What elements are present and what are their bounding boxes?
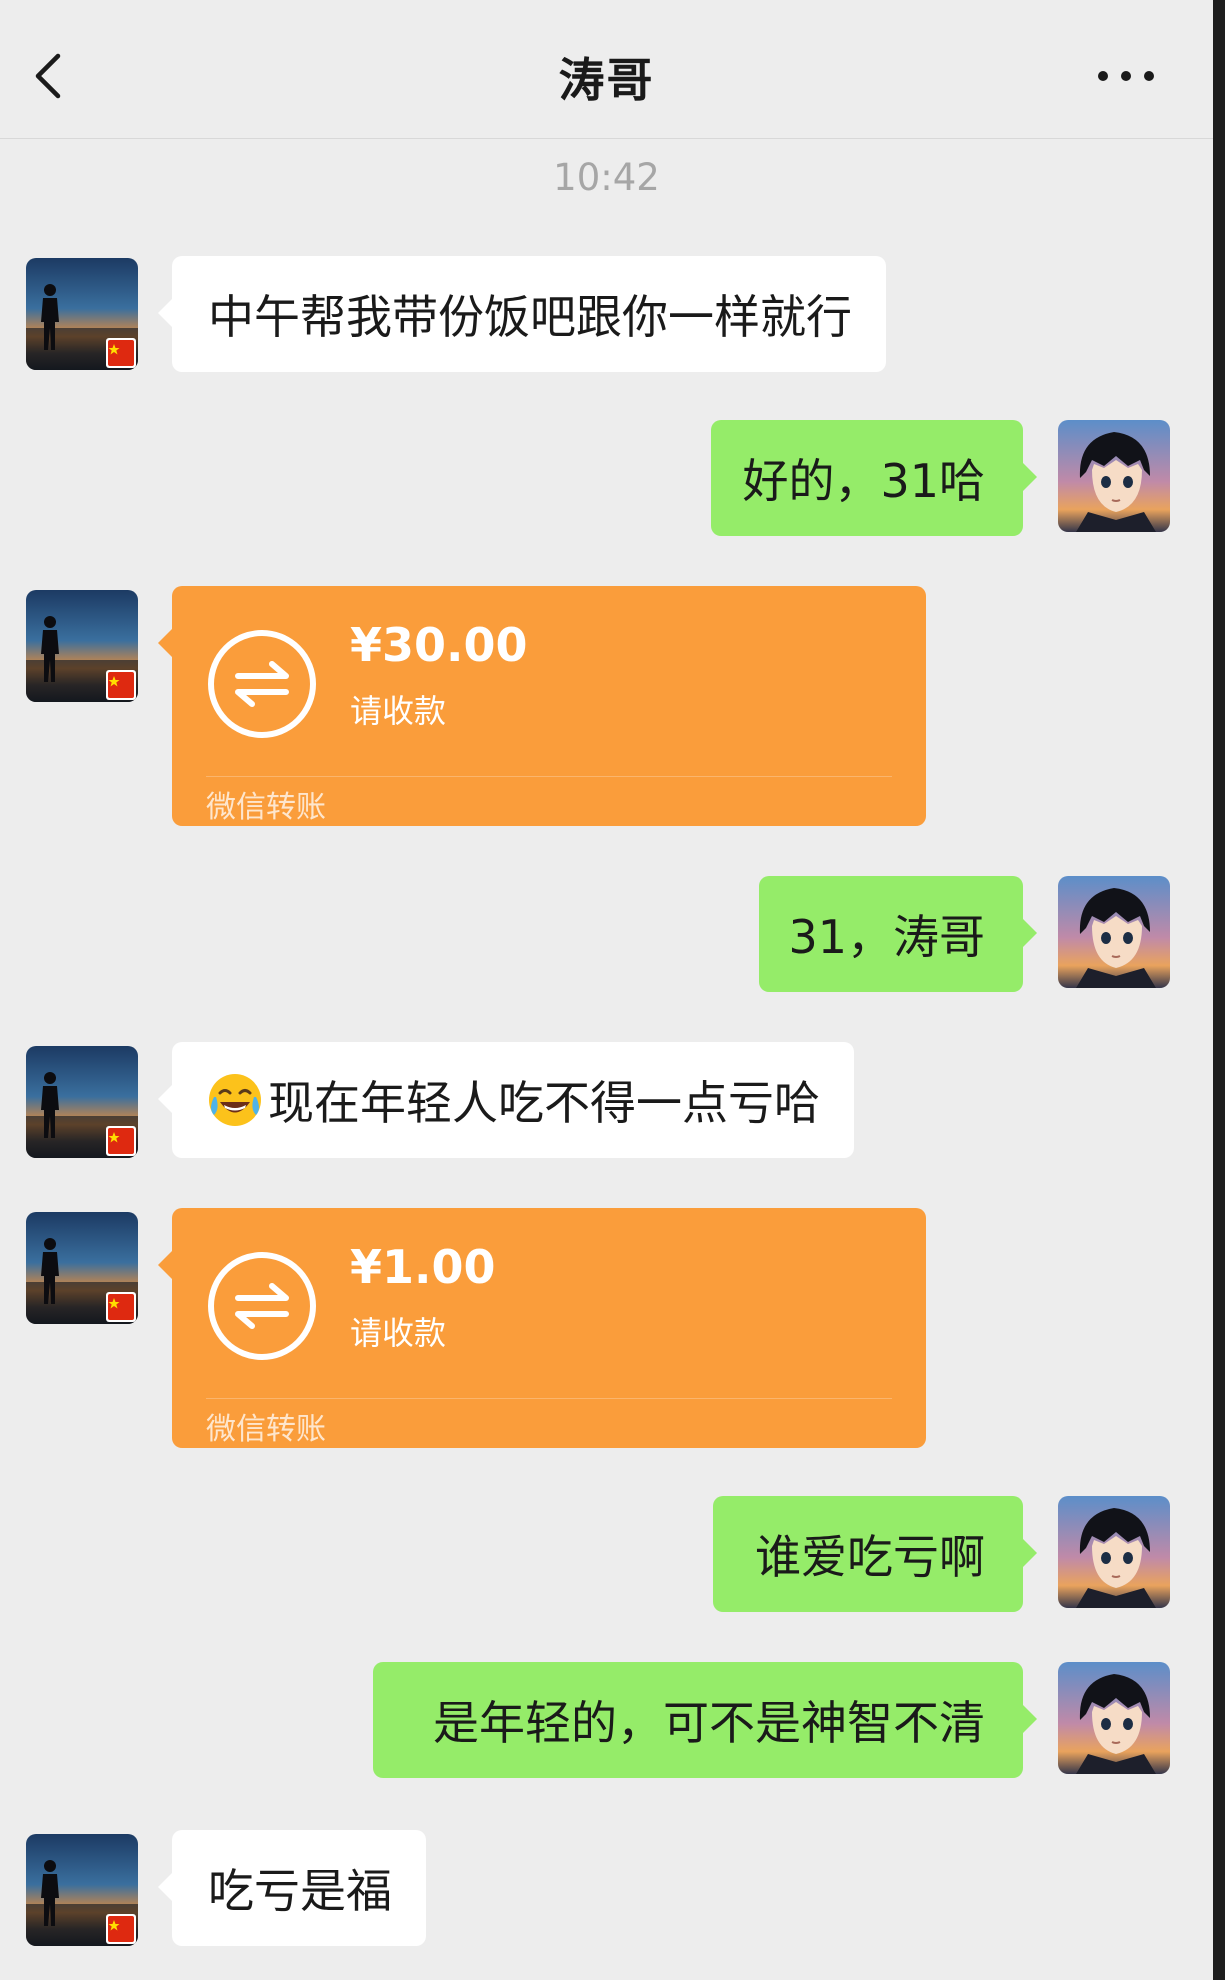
chat-screen: 涛哥 10:42 中午帮我带份饭吧跟你一样就行 好的，31哈 ¥30.00 请收… <box>0 0 1225 1980</box>
transfer-amount: ¥1.00 <box>350 1240 496 1294</box>
contact-avatar[interactable] <box>26 258 138 370</box>
transfer-footer: 微信转账 <box>206 790 326 825</box>
outgoing-message-bubble[interactable]: 好的，31哈 <box>711 420 1037 536</box>
contact-avatar[interactable] <box>26 590 138 702</box>
transfer-card[interactable]: ¥30.00 请收款 微信转账 <box>158 586 926 826</box>
message-text: 谁爱吃亏啊 <box>755 1530 985 1584</box>
transfer-footer: 微信转账 <box>206 1412 326 1447</box>
screen-edge <box>1213 0 1225 1980</box>
message-text: 31，涛哥 <box>788 910 985 964</box>
transfer-card[interactable]: ¥1.00 请收款 微信转账 <box>158 1208 926 1448</box>
outgoing-message-bubble[interactable]: 是年轻的，可不是神智不清 <box>373 1662 1037 1778</box>
more-button[interactable] <box>1091 56 1161 96</box>
transfer-icon <box>208 630 316 738</box>
message-text: 吃亏是福 <box>208 1864 392 1918</box>
chat-title: 涛哥 <box>558 53 655 107</box>
contact-avatar[interactable] <box>26 1212 138 1324</box>
outgoing-message-bubble[interactable]: 31，涛哥 <box>759 876 1037 992</box>
my-avatar[interactable] <box>1058 420 1170 532</box>
message-text: 好的，31哈 <box>742 454 985 508</box>
my-avatar[interactable] <box>1058 1662 1170 1774</box>
incoming-message-bubble[interactable]: 吃亏是福 <box>158 1830 426 1946</box>
transfer-status: 请收款 <box>350 692 447 730</box>
my-avatar[interactable] <box>1058 876 1170 988</box>
message-text: 是年轻的，可不是神智不清 <box>433 1696 985 1750</box>
outgoing-message-bubble[interactable]: 谁爱吃亏啊 <box>713 1496 1037 1612</box>
message-text: 中午帮我带份饭吧跟你一样就行 <box>208 290 852 344</box>
tears-of-joy-emoji <box>209 1074 261 1126</box>
incoming-message-bubble[interactable]: 现在年轻人吃不得一点亏哈 <box>158 1042 854 1158</box>
message-text: 现在年轻人吃不得一点亏哈 <box>268 1076 820 1130</box>
contact-avatar[interactable] <box>26 1834 138 1946</box>
transfer-icon <box>208 1252 316 1360</box>
contact-avatar[interactable] <box>26 1046 138 1158</box>
more-dots-icon <box>1098 71 1154 81</box>
incoming-message-bubble[interactable]: 中午帮我带份饭吧跟你一样就行 <box>158 256 886 372</box>
transfer-status: 请收款 <box>350 1314 447 1352</box>
transfer-amount: ¥30.00 <box>350 618 528 672</box>
message-timestamp: 10:42 <box>553 156 660 199</box>
transfer-divider <box>206 776 892 777</box>
my-avatar[interactable] <box>1058 1496 1170 1608</box>
chat-header: 涛哥 <box>0 0 1213 139</box>
transfer-divider <box>206 1398 892 1399</box>
